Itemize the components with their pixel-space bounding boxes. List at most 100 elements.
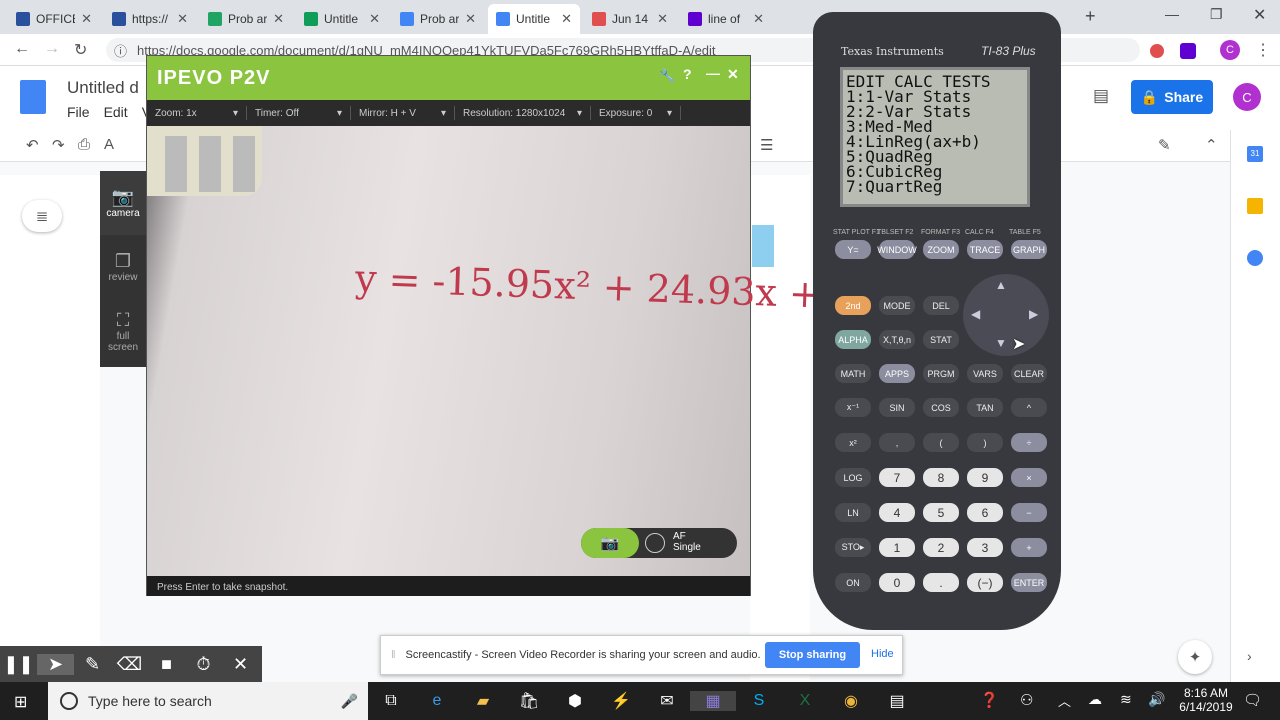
tasks-icon[interactable] [1247,250,1263,266]
close-tab-icon[interactable]: ✕ [273,11,284,27]
calc-key[interactable]: CLEAR [1011,364,1047,383]
spellcheck-icon[interactable]: A [104,136,114,153]
calc-key[interactable]: 0 [879,573,915,592]
browser-tab[interactable]: Prob ar ✕ [200,4,292,34]
expand-panel-icon[interactable]: › [1247,648,1252,664]
notifications-icon[interactable]: 🗨 [1243,691,1262,709]
calendar-icon[interactable]: 31 [1247,146,1263,162]
cursor-icon[interactable]: ➤ [37,653,74,675]
browser-tab[interactable]: OFFICE ✕ [8,4,100,34]
app-icon[interactable]: ⚡ [598,691,644,711]
reload-icon[interactable]: ↻ [74,40,87,60]
hide-link[interactable]: Hide [871,648,894,660]
skype-icon[interactable]: S [736,692,782,710]
document-outline-icon[interactable]: ≣ [22,200,62,232]
profile-avatar[interactable]: C [1220,40,1240,60]
calc-key[interactable]: − [1011,503,1047,522]
calc-key[interactable]: 9 [967,468,1003,487]
ipevo-title-bar[interactable]: IPEVO P2V 🔧 ? — ✕ [147,56,750,100]
calc-key[interactable]: COS [923,398,959,417]
calc-key[interactable]: ÷ [1011,433,1047,452]
webcam-icon[interactable]: ■ [148,654,185,675]
pen-icon[interactable]: ✎ [74,654,111,675]
ti-connect-icon[interactable]: ▤ [874,691,920,711]
close-tab-icon[interactable]: ✕ [561,11,572,27]
calc-key[interactable]: ON [835,573,871,592]
browser-tab[interactable]: Untitle ✕ [296,4,388,34]
calc-key[interactable]: 4 [879,503,915,522]
calc-key[interactable]: ( [923,433,959,452]
docs-logo-icon[interactable] [20,80,46,114]
browser-tab[interactable]: https:// ✕ [104,4,196,34]
camera-mode-button[interactable]: 📷 camera [100,171,146,235]
stop-sharing-button[interactable]: Stop sharing [765,642,860,668]
excel-icon[interactable]: X [782,692,828,710]
exposure-select[interactable]: Exposure: 0 ▾ [591,106,681,120]
close-tab-icon[interactable]: ✕ [465,11,476,27]
comments-icon[interactable]: ▤ [1093,86,1109,106]
help-tray-icon[interactable]: ❓ [980,691,999,709]
redo-icon[interactable]: ↷ [52,136,65,154]
calc-key[interactable]: MODE [879,296,915,315]
calc-key[interactable]: LN [835,503,871,522]
browser-tab[interactable]: Prob ar ✕ [392,4,484,34]
new-tab-button[interactable]: + [1085,6,1096,27]
wifi-icon[interactable]: ≋ [1120,691,1132,708]
calc-key[interactable]: 5 [923,503,959,522]
mail-icon[interactable]: ✉ [644,691,690,711]
calc-key[interactable]: ENTER [1011,573,1047,592]
calc-key[interactable]: 2nd [835,296,871,315]
browser-tab[interactable]: Untitle ✕ [488,4,580,34]
people-icon[interactable]: ⚇ [1020,691,1033,709]
calculator-app-icon[interactable]: ▦ [690,691,736,711]
chrome-menu-icon[interactable]: ⋮ [1255,40,1271,60]
dropbox-icon[interactable]: ⬢ [552,691,598,711]
calc-key[interactable]: ALPHA [835,330,871,349]
calc-key[interactable]: VARS [967,364,1003,383]
calc-key[interactable]: × [1011,468,1047,487]
calc-key[interactable]: PRGM [923,364,959,383]
pause-icon[interactable]: ❚❚ [0,654,37,675]
calc-key[interactable]: , [879,433,915,452]
eraser-icon[interactable]: ⌫ [111,654,148,675]
settings-wrench-icon[interactable]: 🔧 [659,68,676,84]
task-view-icon[interactable]: ⧉ [368,692,414,710]
calc-key[interactable]: 7 [879,468,915,487]
mirror-select[interactable]: Mirror: H + V ▾ [351,106,455,120]
calc-key[interactable]: TAN [967,398,1003,417]
volume-icon[interactable]: 🔊 [1148,691,1165,708]
calc-key[interactable]: 2 [923,538,959,557]
calc-key[interactable]: ^ [1011,398,1047,417]
timer-icon[interactable]: ⏱ [185,654,222,675]
zoom-select[interactable]: Zoom: 1x ▾ [147,106,247,120]
calc-key[interactable]: APPS [879,364,915,383]
close-tab-icon[interactable]: ✕ [81,11,92,27]
windows-start-icon[interactable]: ⊞ [14,692,27,712]
close-tab-icon[interactable]: ✕ [753,11,764,27]
document-page[interactable] [0,175,100,680]
forward-icon[interactable]: → [44,40,60,58]
microphone-icon[interactable]: 🎤 [341,693,358,710]
calc-key[interactable]: LOG [835,468,871,487]
arrow-left-icon[interactable]: ◀ [971,307,980,321]
fn-key[interactable]: ZOOM [923,240,959,259]
calc-key[interactable]: STO▸ [835,538,871,557]
edge-browser-icon[interactable]: e [414,692,460,710]
close-window-button[interactable]: ✕ [1253,5,1266,25]
calc-key[interactable]: SIN [879,398,915,417]
calc-key[interactable]: ) [967,433,1003,452]
calc-key[interactable]: 3 [967,538,1003,557]
document-title[interactable]: Untitled d [67,78,139,98]
full-screen-button[interactable]: ⛶ full screen [100,299,146,363]
screencastify-extension-icon[interactable] [1150,44,1164,58]
calc-key[interactable]: MATH [835,364,871,383]
minimize-window-button[interactable]: — [1165,6,1179,22]
store-icon[interactable]: 🛍 [506,691,552,711]
af-mode[interactable]: AF Single [673,531,701,553]
site-info-icon[interactable]: ⓘ [114,41,127,60]
show-hidden-icons[interactable]: ︿ [1058,691,1071,710]
fn-key[interactable]: TRACE [967,240,1003,259]
calc-key[interactable]: x⁻¹ [835,398,871,417]
arrow-up-icon[interactable]: ▲ [995,278,1007,292]
arrow-pad[interactable]: ▲ ▼ ◀ ▶ [963,274,1049,356]
